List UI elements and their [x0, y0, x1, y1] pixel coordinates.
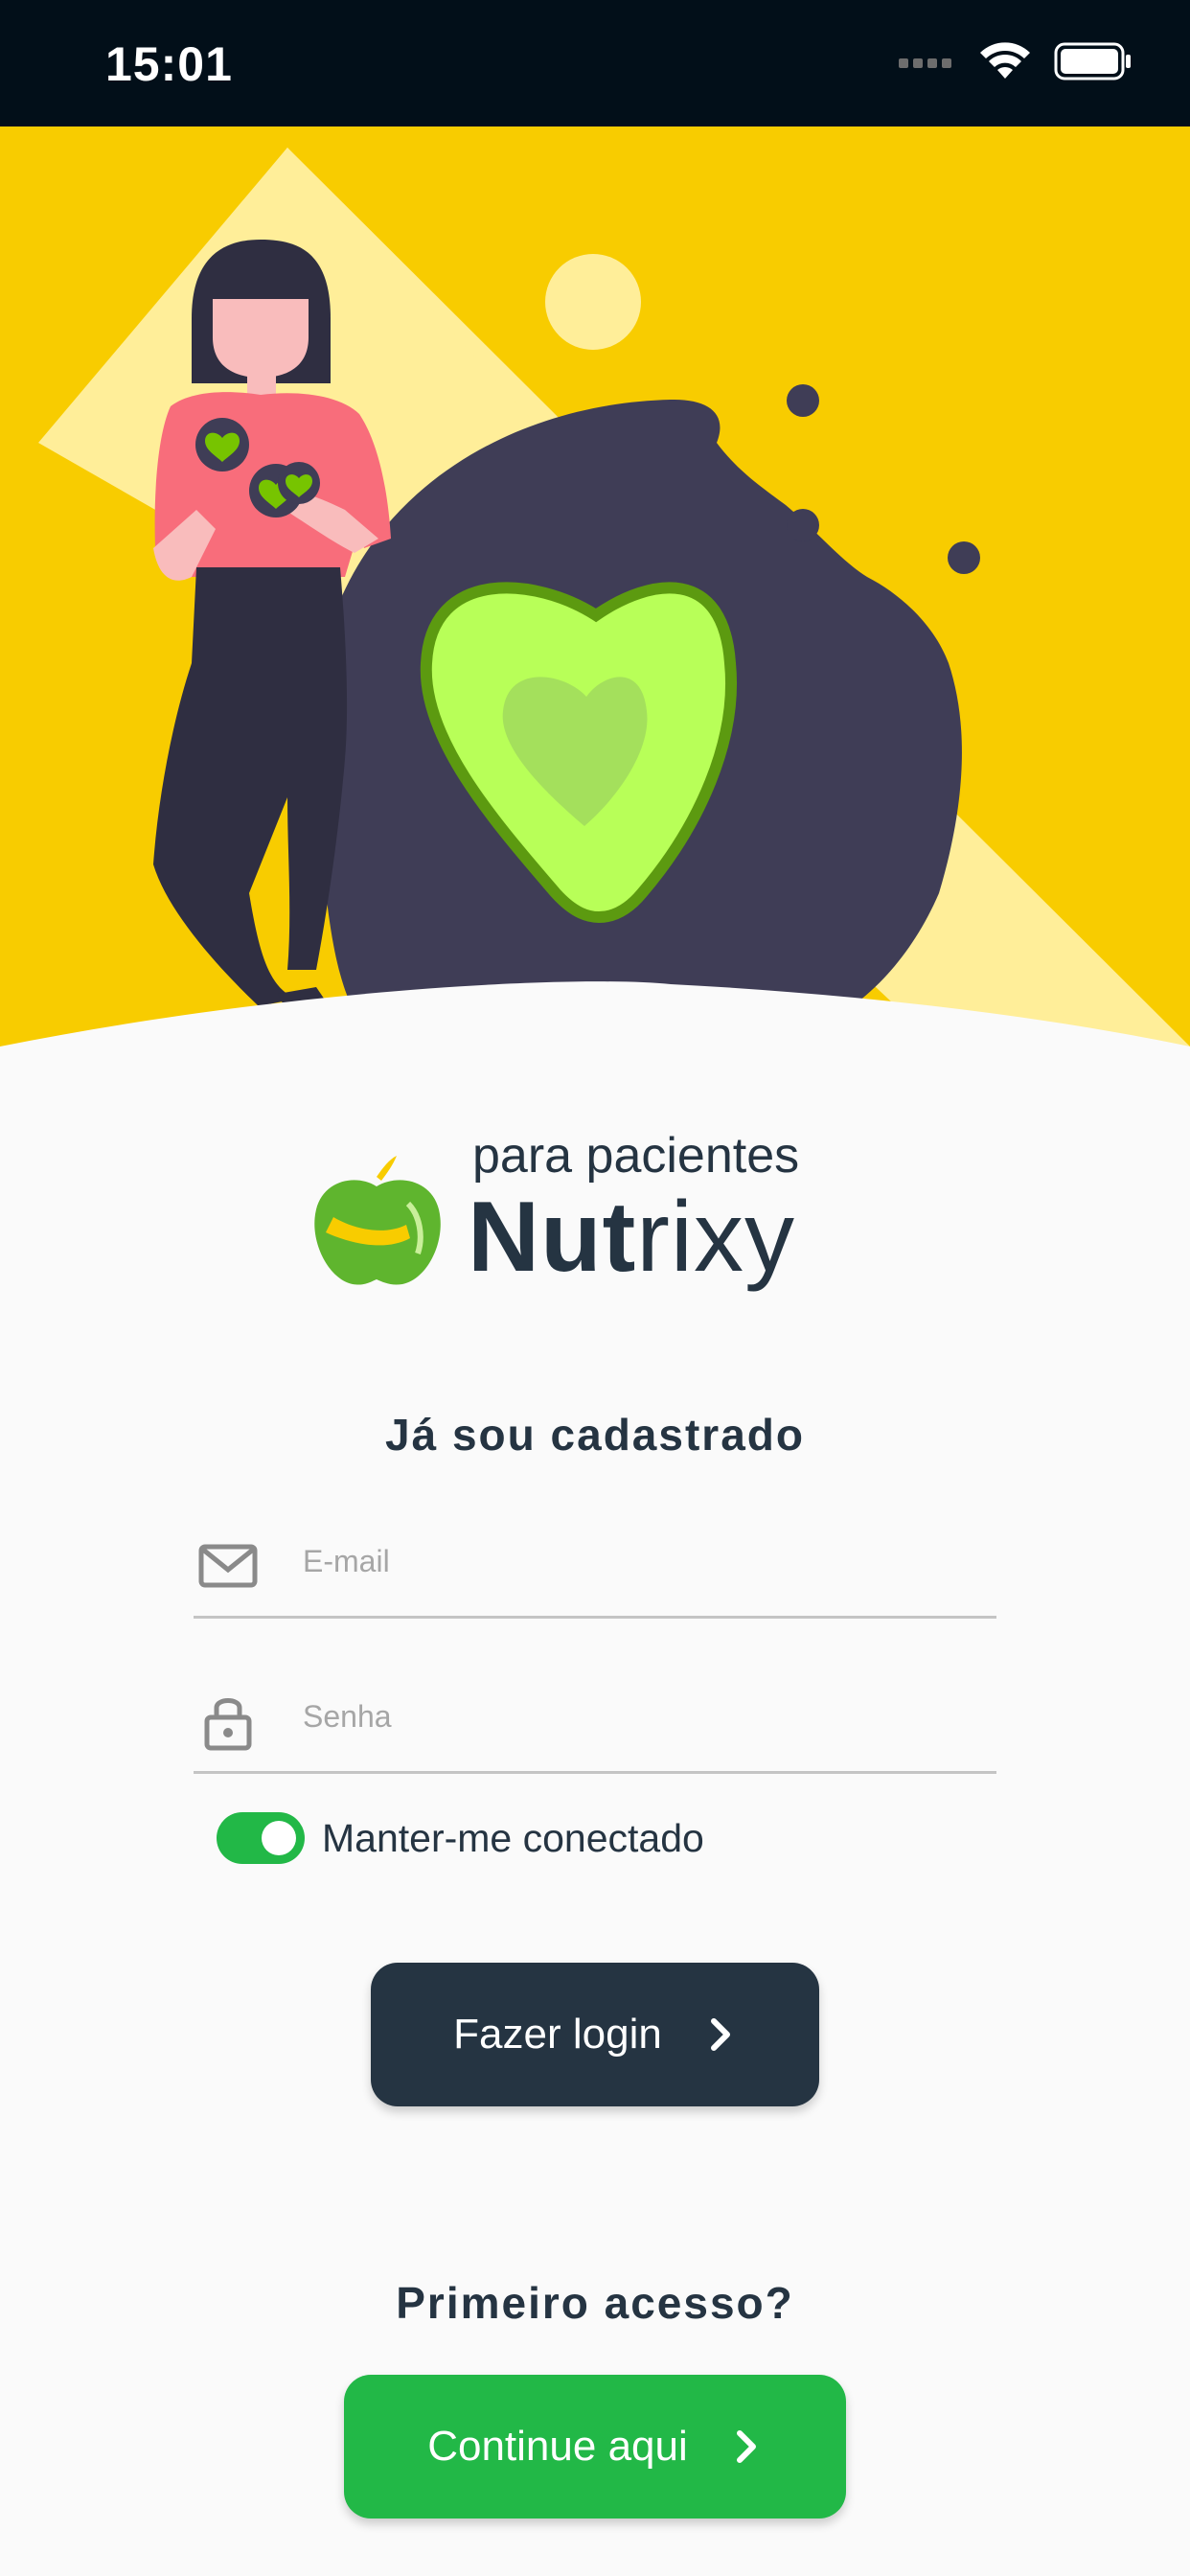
signup-section-title: Primeiro acesso?	[396, 2278, 794, 2328]
logo-name-light: rixy	[636, 1182, 796, 1293]
email-input[interactable]	[301, 1531, 975, 1591]
status-bar: 15:01	[0, 0, 1190, 126]
hero-illustration	[0, 126, 1190, 1046]
status-time: 15:01	[105, 37, 233, 91]
continue-button-label: Continue aqui	[427, 2423, 688, 2470]
mail-icon	[198, 1544, 258, 1588]
remember-me-label: Manter-me conectado	[322, 1815, 704, 1860]
email-field[interactable]	[194, 1508, 996, 1619]
chevron-right-icon	[710, 2018, 730, 2051]
password-input[interactable]	[301, 1687, 975, 1746]
continue-button[interactable]: Continue aqui	[344, 2375, 846, 2518]
lock-icon	[204, 1698, 252, 1751]
logo-name: Nutrixy	[468, 1181, 795, 1295]
remember-me-row: Manter-me conectado	[217, 1809, 704, 1867]
battery-icon	[1054, 42, 1131, 80]
nutrixy-logo: para pacientes Nutrixy	[305, 1123, 899, 1305]
status-icons	[899, 42, 1133, 80]
logo-name-bold: Nut	[468, 1182, 637, 1293]
password-field[interactable]	[194, 1664, 996, 1774]
chevron-right-icon	[736, 2430, 756, 2463]
login-button-label: Fazer login	[453, 2011, 662, 2058]
login-button[interactable]: Fazer login	[371, 1963, 819, 2106]
apple-logo-icon	[314, 1156, 441, 1285]
wifi-icon	[980, 42, 1030, 79]
remember-me-toggle[interactable]	[217, 1812, 305, 1864]
logo-subtitle: para pacientes	[472, 1128, 800, 1184]
toggle-knob	[262, 1821, 296, 1855]
login-section-title: Já sou cadastrado	[385, 1410, 805, 1460]
signal-icon	[899, 58, 951, 68]
